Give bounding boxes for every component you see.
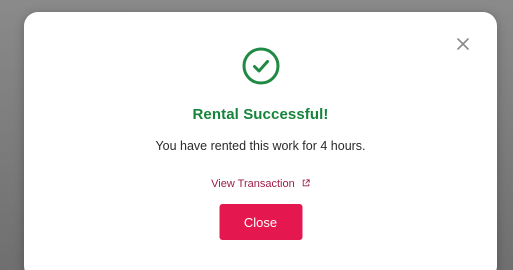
view-transaction-label: View Transaction [211,178,295,190]
dialog-message: You have rented this work for 4 hours. [155,139,366,153]
rental-success-dialog: Rental Successful! You have rented this … [24,12,497,270]
view-transaction-row: View Transaction [24,178,497,190]
close-icon[interactable] [455,36,471,52]
check-circle-icon [242,47,279,85]
close-button[interactable]: Close [219,204,302,240]
external-link-icon [302,179,310,187]
view-transaction-link[interactable]: View Transaction [211,178,310,190]
dialog-title: Rental Successful! [192,106,329,123]
